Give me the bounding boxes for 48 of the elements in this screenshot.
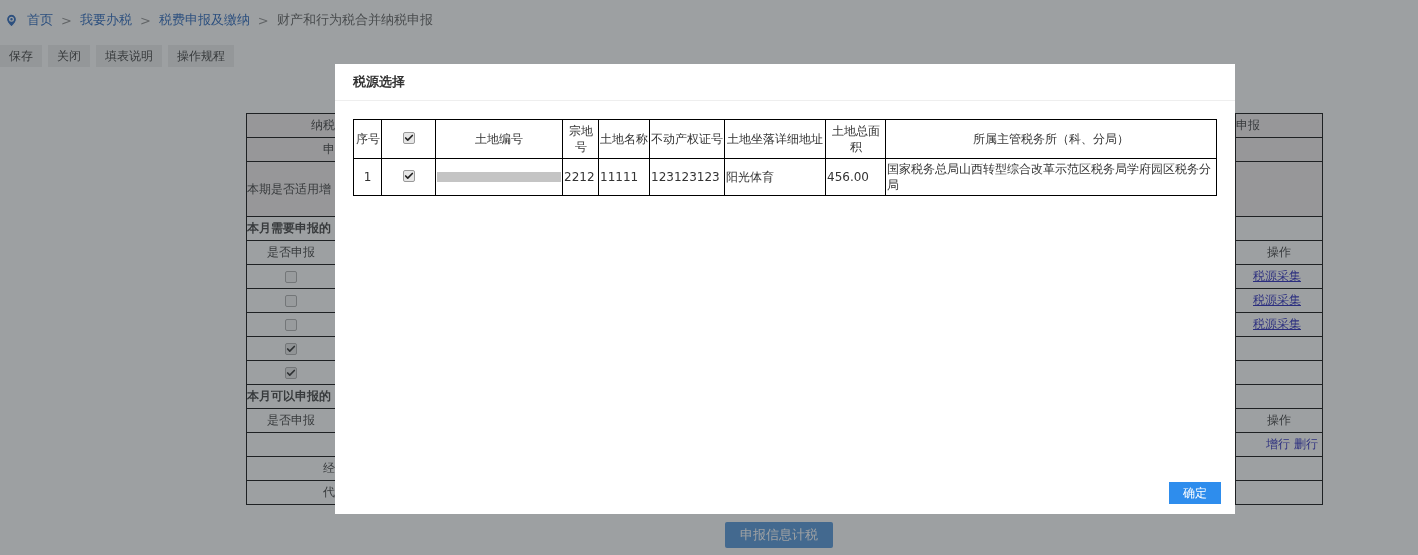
submit-button[interactable]: 申报信息计税 (725, 522, 833, 548)
breadcrumb-link[interactable]: 税费申报及缴纳 (158, 11, 250, 29)
table-cell: 操作 (1236, 241, 1323, 265)
column-header: 宗地号 (562, 119, 599, 159)
breadcrumb-separator: > (257, 12, 269, 28)
table-cell: 本期是否适用增 (247, 162, 336, 217)
column-header: 土地坐落详细地址 (724, 119, 826, 159)
confirm-button[interactable]: 确定 (1169, 482, 1221, 504)
column-header: 土地总面积 (825, 119, 886, 159)
checkbox[interactable] (285, 294, 297, 307)
toolbar-button[interactable]: 保存 (0, 45, 42, 67)
dialog-title: 税源选择 (353, 73, 405, 91)
breadcrumb-link[interactable]: 我要办税 (79, 11, 132, 29)
table-cell: 2212 (562, 158, 599, 196)
checkbox[interactable] (402, 170, 415, 182)
toolbar-button[interactable]: 关闭 (48, 45, 90, 67)
breadcrumb-link[interactable]: 首页 (27, 11, 53, 29)
link[interactable]: 税源采集 (1253, 268, 1301, 285)
location-pin-icon (4, 12, 19, 28)
column-header: 土地名称 (598, 119, 650, 159)
checkbox[interactable] (402, 132, 415, 144)
table-cell: 11111 (598, 158, 650, 196)
link[interactable]: 税源采集 (1253, 292, 1301, 309)
link[interactable]: 税源采集 (1253, 316, 1301, 333)
table-cell: 456.00 (825, 158, 886, 196)
table-cell: 纳税 (247, 114, 336, 138)
column-header: 所属主管税务所（科、分局） (885, 119, 1217, 159)
breadcrumb-current: 财产和行为税合并纳税申报 (276, 11, 433, 29)
breadcrumb-separator: > (139, 12, 151, 28)
toolbar-button[interactable]: 填表说明 (96, 45, 162, 67)
link[interactable]: 删行 (1294, 436, 1318, 453)
table-cell: 阳光体育 (724, 158, 826, 196)
column-header: 序号 (353, 119, 382, 159)
table-cell: 操作 (1236, 409, 1323, 433)
breadcrumb-separator: > (61, 12, 72, 28)
checkbox[interactable] (285, 270, 297, 283)
column-header: 土地编号 (435, 119, 563, 159)
checkbox[interactable] (285, 342, 297, 355)
table-cell: 申 (247, 138, 336, 162)
column-header: 不动产权证号 (649, 119, 725, 159)
table-cell: 123123123 (649, 158, 725, 196)
toolbar-button[interactable]: 操作规程 (168, 45, 234, 67)
table-cell: 1 (353, 158, 382, 196)
checkbox[interactable] (285, 366, 297, 379)
table-cell: 国家税务总局山西转型综合改革示范区税务局学府园区税务分局 (885, 158, 1217, 196)
table-cell: 申报 (1236, 114, 1323, 138)
link[interactable]: 增行 (1266, 436, 1290, 453)
checkbox[interactable] (285, 318, 297, 331)
